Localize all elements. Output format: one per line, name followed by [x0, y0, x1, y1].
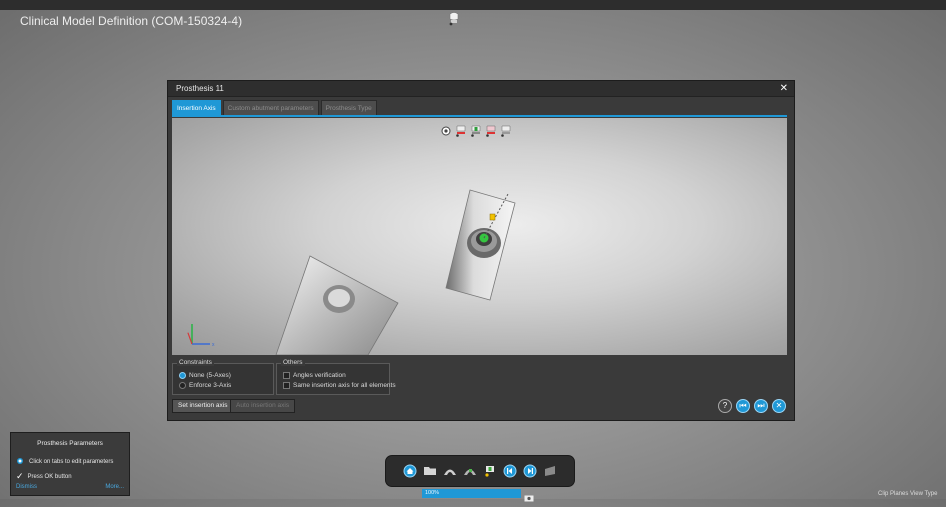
dialog-action-buttons: ? ⏮ ⏭ ✕	[718, 399, 786, 413]
checkbox-indicator[interactable]	[283, 382, 290, 389]
radio-indicator[interactable]	[179, 372, 186, 379]
set-insertion-axis-button[interactable]: Set insertion axis	[172, 399, 234, 413]
params-hint-row: Click on tabs to edit parameters	[16, 457, 113, 466]
tab-insertion-axis[interactable]: Insertion Axis	[172, 100, 221, 115]
check-icon: ✓	[16, 471, 24, 481]
radio-indicator[interactable]	[179, 382, 186, 389]
dialog-title: Prosthesis 11	[176, 84, 224, 93]
params-ok-row: ✓ Press OK button	[16, 471, 72, 482]
tab-bar: Insertion Axis Custom abutment parameter…	[172, 100, 377, 115]
cancel-icon[interactable]: ✕	[772, 399, 786, 413]
arch-icon[interactable]	[443, 464, 458, 479]
progress-label: 100%	[425, 490, 440, 496]
checkbox-indicator[interactable]	[283, 372, 290, 379]
dialog-title-bar: Prosthesis 11 ✕	[168, 81, 794, 97]
checkbox-angles-verification[interactable]: Angles verification	[283, 372, 346, 379]
help-icon[interactable]: ?	[718, 399, 732, 413]
tab-custom-abutment-parameters[interactable]: Custom abutment parameters	[222, 100, 319, 115]
3d-viewport[interactable]: x	[172, 118, 787, 355]
params-title: Prosthesis Parameters	[37, 440, 103, 447]
folder-icon[interactable]	[423, 464, 438, 479]
constraints-group: Constraints None (5-Axes) Enforce 3-Axis	[172, 359, 274, 395]
checkbox-same-insertion-axis[interactable]: Same insertion axis for all elements	[283, 382, 396, 389]
checkbox-label: Same insertion axis for all elements	[293, 382, 396, 389]
tooth-icon	[448, 12, 460, 31]
radio-label: Enforce 3-Axis	[189, 382, 232, 389]
more-link[interactable]: More...	[105, 484, 124, 490]
bottom-right-labels: Clip Planes View Type	[878, 491, 938, 497]
top-strip	[0, 0, 946, 10]
close-icon[interactable]: ✕	[780, 81, 788, 96]
prosthesis-dialog: Prosthesis 11 ✕ Insertion Axis Custom ab…	[167, 80, 795, 421]
home-icon[interactable]	[403, 464, 418, 479]
svg-text:x: x	[212, 342, 215, 348]
tab-underline	[172, 115, 787, 117]
dismiss-link[interactable]: Dismiss	[16, 484, 37, 490]
params-ok-text: Press OK button	[27, 473, 72, 480]
tab-prosthesis-type[interactable]: Prosthesis Type	[320, 100, 377, 115]
radio-enforce-3-axis[interactable]: Enforce 3-Axis	[179, 382, 231, 389]
tooth-tools-icon[interactable]	[483, 464, 498, 479]
prosthesis-parameters-panel: Prosthesis Parameters Click on tabs to e…	[10, 432, 130, 496]
others-legend: Others	[281, 359, 305, 366]
axis-gizmo-icon: x	[187, 324, 215, 348]
radio-label: None (5-Axes)	[189, 372, 231, 379]
layers-icon[interactable]	[543, 464, 558, 479]
previous-icon[interactable]: ⏮	[736, 399, 750, 413]
progress-bar: 100%	[422, 489, 521, 498]
bottom-toolbar	[385, 455, 575, 487]
auto-insertion-axis-button[interactable]: Auto insertion axis	[230, 399, 296, 413]
params-hint-text: Click on tabs to edit parameters	[29, 458, 114, 465]
arch-tooth-icon[interactable]	[463, 464, 478, 479]
dental-scan-render	[275, 189, 516, 355]
next-step-icon[interactable]	[523, 464, 538, 479]
constraints-legend: Constraints	[177, 359, 214, 366]
checkbox-label: Angles verification	[293, 372, 346, 379]
search-settings-icon	[17, 458, 23, 464]
screenshot-icon[interactable]	[524, 489, 534, 507]
app-title: Clinical Model Definition (COM-150324-4)	[20, 14, 243, 28]
radio-none-5-axes[interactable]: None (5-Axes)	[179, 372, 231, 379]
previous-step-icon[interactable]	[503, 464, 518, 479]
next-icon[interactable]: ⏭	[754, 399, 768, 413]
others-group: Others Angles verification Same insertio…	[276, 359, 396, 395]
